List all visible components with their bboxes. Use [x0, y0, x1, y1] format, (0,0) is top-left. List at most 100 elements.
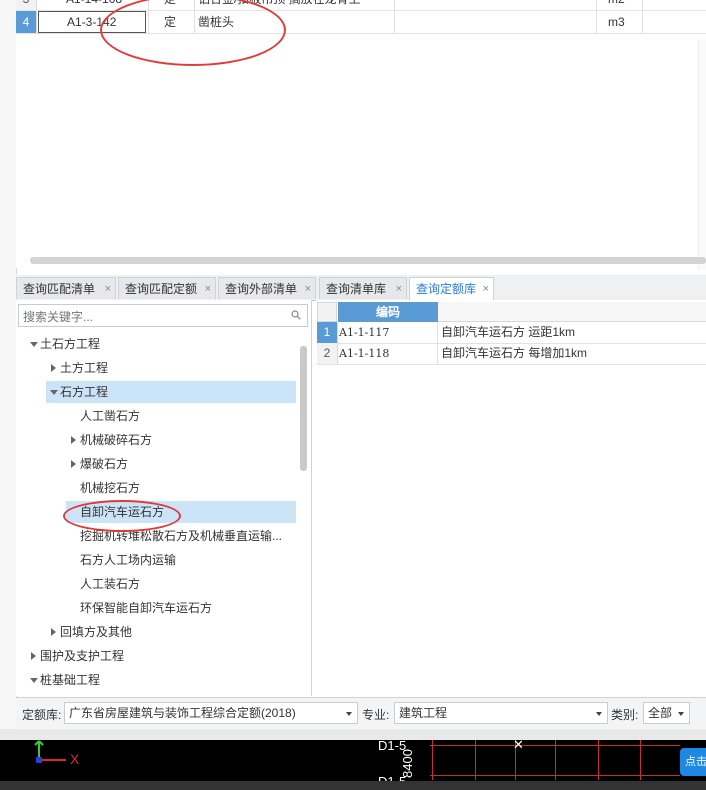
help-button[interactable]: 点击	[680, 748, 706, 776]
library-select[interactable]: 广东省房屋建筑与装饰工程综合定额(2018)	[64, 702, 358, 724]
library-value: 广东省房屋建筑与装饰工程综合定额(2018)	[69, 706, 296, 720]
column-divider	[394, 0, 395, 34]
cursor-marker: ✕	[513, 737, 524, 752]
category-value: 全部	[648, 706, 673, 720]
row-code[interactable]: A1-1-118	[339, 343, 438, 364]
row-code[interactable]: A1-1-117	[339, 322, 438, 343]
caret-down-icon[interactable]	[346, 712, 352, 716]
annotation-circle	[63, 500, 181, 532]
tab-query-list-library[interactable]: 查询清单库 ×	[319, 277, 407, 299]
triangle-down-icon[interactable]	[30, 342, 38, 347]
search-icon[interactable]	[291, 310, 301, 320]
tree-node-label: 人工装石方	[80, 577, 141, 591]
tree-node[interactable]: 桩基础工程	[26, 669, 296, 691]
tree-node-label: 石方工程	[60, 385, 109, 399]
column-divider	[596, 0, 597, 34]
tab-query-external-list[interactable]: 查询外部清单 ×	[218, 277, 316, 299]
tab-query-match-quota[interactable]: 查询匹配定额 ×	[118, 277, 216, 299]
tab-label: 查询匹配定额	[125, 282, 198, 296]
triangle-right-icon[interactable]	[51, 628, 56, 636]
tree-node[interactable]: 机械挖石方	[66, 477, 296, 499]
filter-bar: 定额库: 广东省房屋建筑与装饰工程综合定额(2018) 专业: 建筑工程 类别:…	[16, 697, 706, 730]
tab-label: 查询外部清单	[225, 282, 298, 296]
tree-node-label: 土方工程	[60, 361, 109, 375]
tree-node-label: 机械破碎石方	[80, 433, 153, 447]
table-row[interactable]: 1 A1-1-117 自卸汽车运石方 运距1km	[317, 322, 706, 344]
code-column-header[interactable]: 编码	[338, 302, 438, 322]
tree-node[interactable]: 机械破碎石方	[66, 429, 296, 451]
table-row[interactable]: 2 A1-1-118 自卸汽车运石方 每增加1km	[317, 343, 706, 365]
specialty-select[interactable]: 建筑工程	[394, 702, 608, 724]
tree-node[interactable]: 人工凿石方	[66, 405, 296, 427]
triangle-down-icon[interactable]	[30, 678, 38, 683]
row-number: 3	[16, 0, 37, 10]
caret-down-icon[interactable]	[596, 712, 602, 716]
tree-node-label: 围护及支护工程	[40, 649, 125, 663]
tree-node[interactable]: 回填方及其他	[46, 621, 296, 643]
row-number-header	[317, 302, 337, 322]
tree-vertical-scrollbar[interactable]	[300, 346, 307, 471]
row-description[interactable]: 自卸汽车运石方 每增加1km	[441, 343, 587, 364]
tree-node-label: 回填方及其他	[60, 625, 133, 639]
tree-node[interactable]: 爆破石方	[66, 453, 296, 475]
grid-line	[475, 740, 476, 780]
tree-node[interactable]: 石方人工场内运输	[66, 549, 296, 571]
grid-line	[640, 740, 641, 780]
tab-label: 查询匹配清单	[23, 282, 96, 296]
tab-label: 查询清单库	[326, 282, 387, 296]
close-icon[interactable]: ×	[305, 278, 311, 300]
scroll-track	[698, 40, 706, 270]
triangle-right-icon[interactable]	[71, 460, 76, 468]
tree-node[interactable]: 人工装石方	[66, 573, 296, 595]
category-label: 类别:	[611, 708, 639, 722]
grid-line	[598, 740, 599, 780]
category-select[interactable]: 全部	[643, 702, 690, 724]
tree-node[interactable]: 环保智能自卸汽车运石方	[66, 597, 296, 619]
tab-bar: 查询匹配清单 × 查询匹配定额 × 查询外部清单 × 查询清单库 × 查询定额库…	[16, 275, 706, 301]
caret-down-icon[interactable]	[678, 712, 684, 716]
triangle-right-icon[interactable]	[31, 652, 36, 660]
triangle-right-icon[interactable]	[51, 364, 56, 372]
tree-node-label: 石方人工场内运输	[80, 553, 177, 567]
tree-node-label: 桩基础工程	[40, 673, 101, 687]
tab-query-match-list[interactable]: 查询匹配清单 ×	[16, 277, 116, 299]
grid-line	[555, 740, 556, 780]
close-icon[interactable]: ×	[396, 278, 402, 300]
specialty-value: 建筑工程	[399, 706, 448, 720]
tree-node[interactable]: 石方工程	[46, 381, 296, 403]
tab-label: 查询定额库	[416, 282, 477, 296]
close-icon[interactable]: ×	[483, 278, 489, 300]
close-icon[interactable]: ×	[105, 278, 111, 300]
left-gutter	[0, 0, 17, 740]
tree-node[interactable]: 围护及支护工程	[26, 645, 296, 667]
dimension-text: 8400	[400, 749, 415, 778]
description-column-header[interactable]	[438, 302, 706, 322]
row-description[interactable]: 自卸汽车运石方 运距1km	[441, 322, 575, 343]
grid-line	[430, 775, 680, 776]
triangle-right-icon[interactable]	[71, 436, 76, 444]
grid-line	[432, 740, 433, 780]
tab-query-quota-library[interactable]: 查询定额库 ×	[409, 277, 494, 301]
search-box[interactable]	[18, 304, 308, 327]
column-divider	[642, 0, 643, 34]
search-input[interactable]	[21, 306, 287, 327]
tree-node[interactable]: 土石方工程	[26, 333, 296, 355]
tree-node-label: 爆破石方	[80, 457, 129, 471]
library-label: 定额库:	[22, 708, 62, 722]
tree-node[interactable]: 土方工程	[46, 357, 296, 379]
row-number: 1	[317, 322, 338, 343]
tree-node-label: 人工凿石方	[80, 409, 141, 423]
tree-node-label: 土石方工程	[40, 337, 101, 351]
horizontal-scrollbar[interactable]	[30, 257, 706, 264]
triangle-down-icon[interactable]	[50, 390, 58, 395]
grid-line	[430, 745, 680, 746]
status-strip	[0, 781, 706, 790]
tree-node-label: 机械挖石方	[80, 481, 141, 495]
close-icon[interactable]: ×	[205, 278, 211, 300]
axis-x-label: X	[70, 751, 80, 767]
separator	[0, 729, 706, 740]
row-number: 4	[16, 11, 37, 33]
row-number: 2	[317, 343, 338, 364]
tree-node-label: 环保智能自卸汽车运石方	[80, 601, 213, 615]
specialty-label: 专业:	[362, 708, 390, 722]
